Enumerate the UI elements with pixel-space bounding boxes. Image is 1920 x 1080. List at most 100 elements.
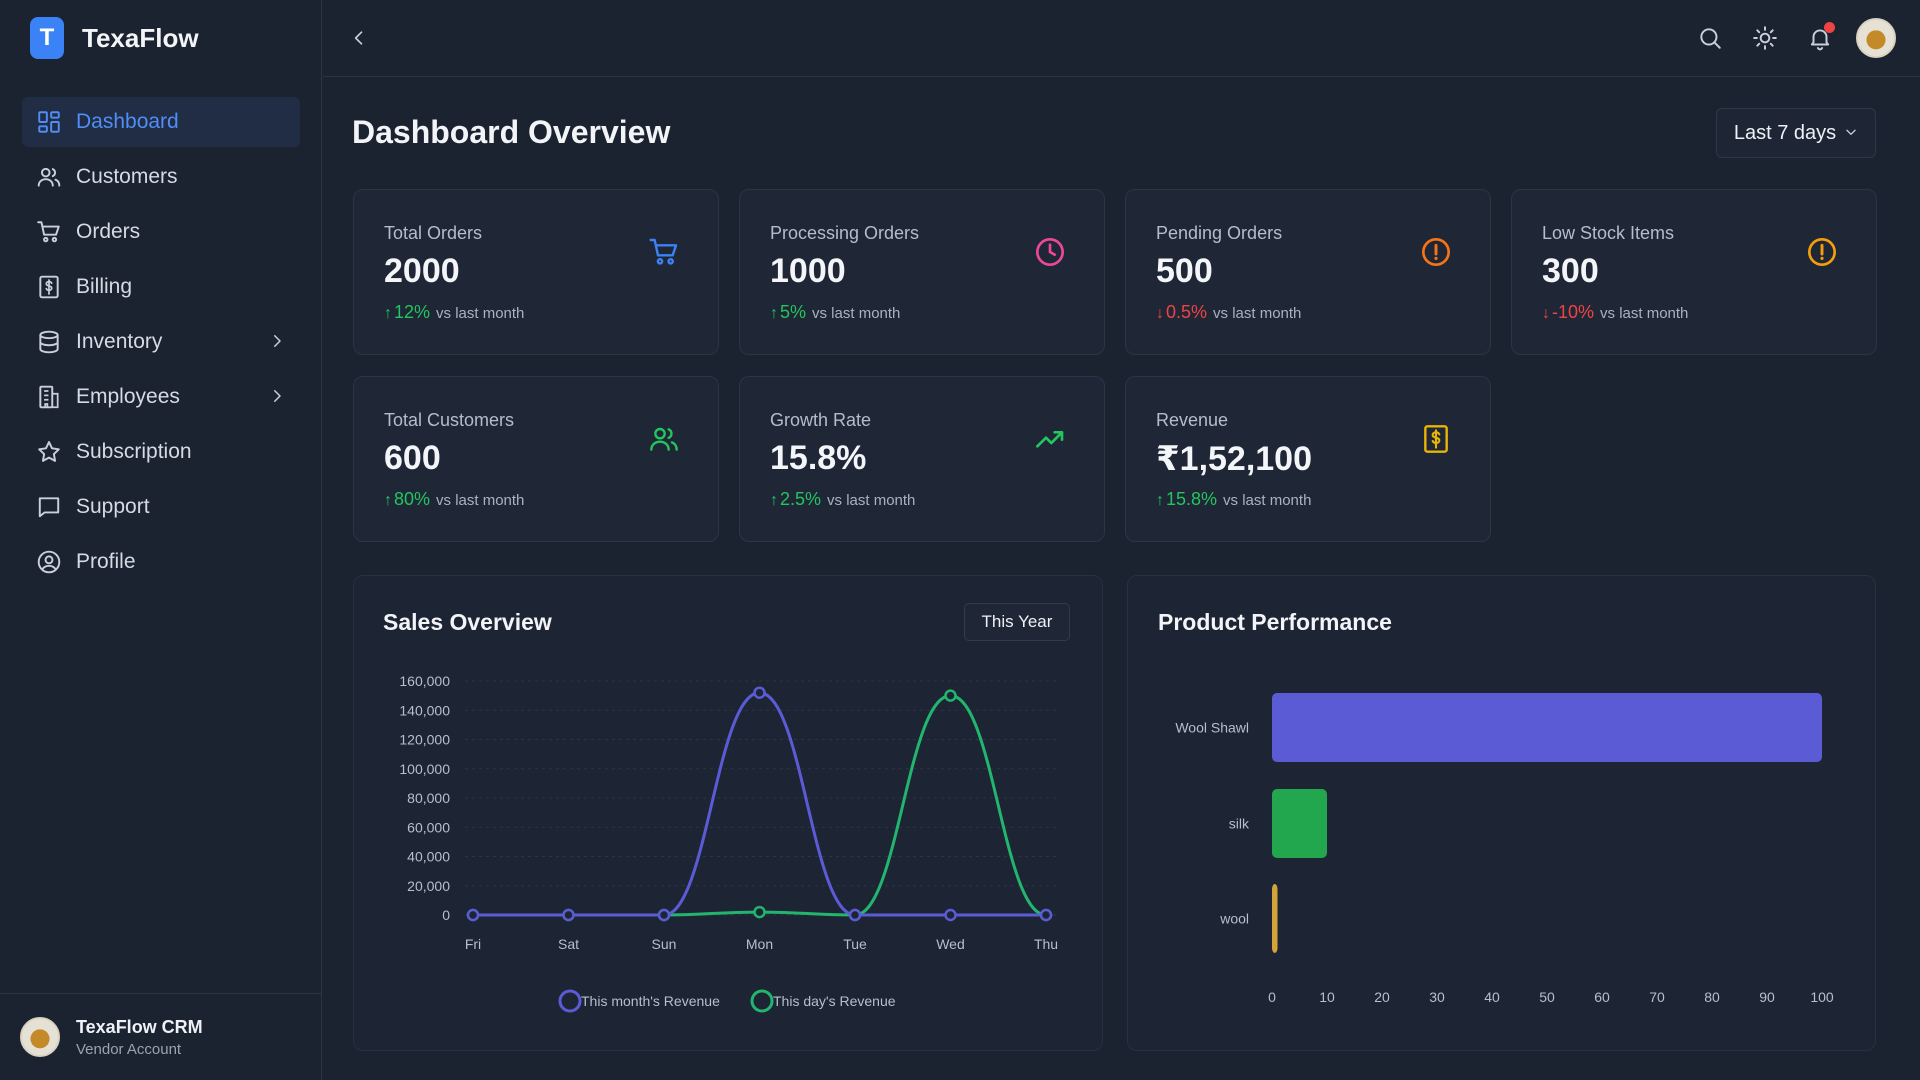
alert-circle-icon: [1808, 238, 1836, 266]
y-tick-label: 100,000: [399, 761, 450, 777]
chevron-right-icon: [274, 390, 281, 402]
x-tick-label: 10: [1319, 989, 1335, 1005]
stat-card-total-orders[interactable]: Total Orders 2000 ↑ 12% vs last month: [353, 189, 719, 355]
sidebar-nav: Dashboard Customers Orders Billing Inven…: [22, 97, 300, 592]
bar-silk[interactable]: [1272, 789, 1327, 858]
x-tick-label: Sat: [558, 936, 579, 952]
y-tick-label: 20,000: [407, 878, 450, 894]
brand-logo: T: [30, 17, 64, 59]
stat-change: 5%: [780, 302, 807, 322]
stat-trend: ↑ 12% vs last month: [384, 302, 524, 323]
sidebar-item-orders[interactable]: Orders: [22, 207, 300, 257]
y-tick-label: 140,000: [399, 702, 450, 718]
x-tick-label: 70: [1649, 989, 1665, 1005]
bar-wool[interactable]: [1272, 884, 1278, 953]
sidebar-item-inventory[interactable]: Inventory: [22, 317, 300, 367]
stat-trend: ↑ 2.5% vs last month: [770, 489, 915, 510]
data-point[interactable]: [1039, 908, 1053, 922]
data-point[interactable]: [657, 908, 671, 922]
arrow-up-icon: ↑: [1156, 492, 1164, 509]
building-icon: [39, 385, 59, 409]
sidebar-item-label: Dashboard: [76, 110, 179, 133]
data-point[interactable]: [944, 689, 957, 702]
data-point[interactable]: [848, 908, 862, 922]
database-icon: [39, 330, 59, 354]
date-range-select[interactable]: Last 7 days: [1716, 108, 1876, 158]
stat-card-low-stock-items[interactable]: Low Stock Items 300 ↓ -10% vs last month: [1511, 189, 1877, 355]
data-point[interactable]: [562, 908, 575, 922]
x-tick-label: Thu: [1034, 936, 1058, 952]
data-point[interactable]: [466, 908, 480, 922]
sidebar-item-label: Profile: [76, 550, 136, 573]
sidebar-item-customers[interactable]: Customers: [22, 152, 300, 202]
stat-card-growth-rate[interactable]: Growth Rate 15.8% ↑ 2.5% vs last month: [739, 376, 1105, 542]
notification-dot: [1824, 22, 1835, 33]
stat-label: Total Customers: [384, 410, 515, 430]
data-point[interactable]: [753, 905, 766, 919]
stat-card-total-customers[interactable]: Total Customers 600 ↑ 80% vs last month: [353, 376, 719, 542]
legend-label: This month's Revenue: [581, 993, 720, 1009]
theme-toggle-button[interactable]: [1745, 18, 1785, 58]
stat-label: Growth Rate: [770, 410, 872, 430]
stat-comparison: vs last month: [827, 492, 916, 509]
cart-icon: [649, 238, 678, 265]
sidebar-item-support[interactable]: Support: [22, 482, 300, 532]
legend-marker: [558, 989, 582, 1013]
sidebar-item-employees[interactable]: Employees: [22, 372, 300, 422]
stat-label: Total Orders: [384, 223, 483, 243]
category-label: Wool Shawl: [1175, 720, 1249, 736]
stat-comparison: vs last month: [812, 305, 901, 322]
arrow-up-icon: ↑: [770, 305, 778, 322]
y-tick-label: 0: [442, 907, 450, 923]
product-bar-chart: Wool Shawl silk wool 0 10 20 30 40 50 60 70 80 90 100: [1175, 693, 1834, 1005]
brand-name: TexaFlow: [82, 22, 199, 53]
x-tick-label: 100: [1810, 989, 1834, 1005]
stat-card-processing-orders[interactable]: Processing Orders 1000 ↑ 5% vs last mont…: [739, 189, 1105, 355]
sidebar-item-profile[interactable]: Profile: [22, 537, 300, 587]
billing-icon: [39, 275, 59, 299]
x-tick-label: 0: [1268, 989, 1276, 1005]
stat-change: 15.8%: [1166, 489, 1218, 509]
stat-card-revenue[interactable]: Revenue ₹1,52,100 ↑ 15.8% vs last month: [1125, 376, 1491, 542]
sidebar-item-subscription[interactable]: Subscription: [22, 427, 300, 477]
stat-trend: ↓ 0.5% vs last month: [1156, 302, 1301, 323]
category-label: silk: [1229, 816, 1250, 832]
data-point[interactable]: [753, 686, 766, 699]
arrow-up-icon: ↑: [384, 492, 392, 509]
legend-label: This day's Revenue: [773, 993, 896, 1009]
stat-change: 80%: [394, 489, 431, 509]
stat-value: 300: [1542, 252, 1599, 290]
stat-card-pending-orders[interactable]: Pending Orders 500 ↓ 0.5% vs last month: [1125, 189, 1491, 355]
stat-comparison: vs last month: [1213, 305, 1302, 322]
sidebar-item-label: Billing: [76, 275, 133, 298]
stat-label: Revenue: [1156, 410, 1229, 430]
stat-trend: ↑ 5% vs last month: [770, 302, 900, 323]
sidebar-item-billing[interactable]: Billing: [22, 262, 300, 312]
arrow-down-icon: ↓: [1156, 305, 1164, 322]
cart-icon: [37, 221, 60, 243]
stat-label: Low Stock Items: [1542, 223, 1675, 243]
collapse-sidebar-button[interactable]: [349, 28, 369, 53]
stat-change: 2.5%: [780, 489, 822, 509]
account-card[interactable]: TexaFlow CRM Vendor Account: [0, 993, 322, 1080]
arrow-up-icon: ↑: [384, 305, 392, 322]
legend-item-0[interactable]: This month's Revenue: [558, 989, 720, 1013]
avatar: [20, 1017, 60, 1057]
x-tick-label: 30: [1429, 989, 1445, 1005]
sidebar-item-label: Orders: [76, 220, 141, 243]
sidebar-item-label: Customers: [76, 165, 178, 188]
user-avatar[interactable]: [1856, 18, 1896, 58]
clock-icon: [1036, 238, 1064, 266]
bar-wool-shawl[interactable]: [1272, 693, 1822, 762]
sidebar-item-dashboard[interactable]: Dashboard: [22, 97, 300, 147]
y-tick-label: 120,000: [399, 732, 450, 748]
x-tick-label: Sun: [652, 936, 677, 952]
trending-up-icon: [1036, 431, 1064, 448]
data-point[interactable]: [944, 908, 957, 922]
legend-item-1[interactable]: This day's Revenue: [750, 989, 896, 1013]
date-range-value: Last 7 days: [1733, 121, 1837, 144]
search-button[interactable]: [1690, 18, 1730, 58]
billing-icon: [1424, 425, 1448, 453]
notifications-button[interactable]: [1800, 18, 1840, 58]
brand[interactable]: T TexaFlow: [30, 17, 199, 59]
